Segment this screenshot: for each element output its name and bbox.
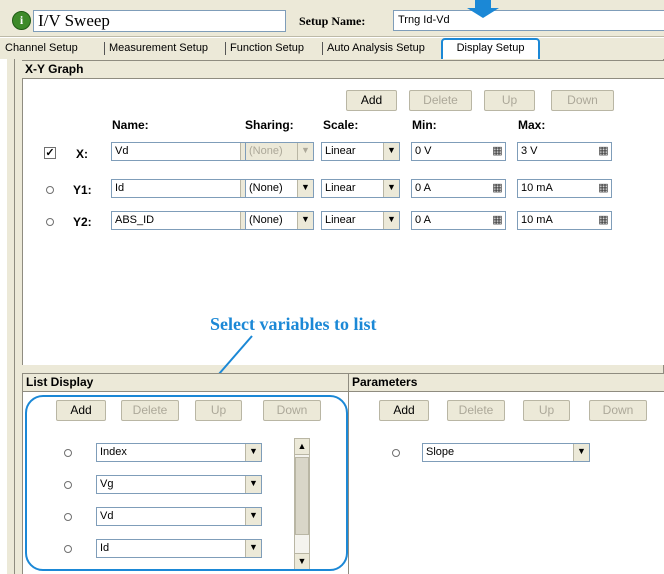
x-scale-select[interactable]: Linear ▼ <box>321 142 400 161</box>
setup-name-label: Setup Name: <box>299 14 366 28</box>
tab-divider <box>322 42 323 55</box>
column-header-name: Name: <box>112 118 149 132</box>
title-bar: i I/V Sweep Setup Name: Trng Id-Vd <box>0 0 664 37</box>
y2-radio[interactable] <box>46 218 54 226</box>
y2-min-value: 0 A <box>415 214 431 226</box>
tab-bar: Channel Setup Measurement Setup Function… <box>0 38 664 63</box>
calculator-icon[interactable]: ▦ <box>491 181 504 196</box>
parameters-panel: Add Delete Up Down Slope ▼ <box>348 392 664 574</box>
calculator-icon[interactable]: ▦ <box>491 144 504 159</box>
param-up-button[interactable]: Up <box>523 400 570 421</box>
x-sharing-select: (None) ▼ <box>245 142 314 161</box>
param-item-select[interactable]: Slope ▼ <box>422 443 590 462</box>
app-title: I/V Sweep <box>38 11 110 30</box>
chevron-down-icon[interactable]: ▼ <box>383 180 399 197</box>
calculator-icon[interactable]: ▦ <box>597 181 610 196</box>
x-scale-value: Linear <box>325 145 356 157</box>
x-sharing-value: (None) <box>249 145 283 157</box>
x-min-input[interactable]: 0 V ▦ <box>411 142 506 161</box>
y1-sharing-select[interactable]: (None) ▼ <box>245 179 314 198</box>
xy-add-button[interactable]: Add <box>346 90 397 111</box>
y2-min-input[interactable]: 0 A ▦ <box>411 211 506 230</box>
y1-min-input[interactable]: 0 A ▦ <box>411 179 506 198</box>
column-header-sharing: Sharing: <box>245 118 294 132</box>
chevron-down-icon[interactable]: ▼ <box>383 143 399 160</box>
y2-scale-select[interactable]: Linear ▼ <box>321 211 400 230</box>
y1-name-value: Id <box>115 182 125 194</box>
chevron-down-icon[interactable]: ▼ <box>297 212 313 229</box>
tab-divider <box>104 42 105 55</box>
tab-function-setup[interactable]: Function Setup <box>227 40 307 58</box>
x-name-value: Vd <box>115 145 129 157</box>
y1-scale-value: Linear <box>325 182 356 194</box>
tab-auto-analysis-setup[interactable]: Auto Analysis Setup <box>324 40 428 58</box>
pointer-arrow-icon <box>467 0 499 18</box>
y2-scale-value: Linear <box>325 214 356 226</box>
xy-graph-header: X-Y Graph <box>22 60 664 79</box>
chevron-down-icon: ▼ <box>297 143 313 160</box>
x-axis-checkbox[interactable]: ✓ <box>44 147 56 159</box>
calculator-icon[interactable]: ▦ <box>597 213 610 228</box>
info-icon: i <box>12 11 31 30</box>
y1-name-select[interactable]: Id▼ <box>111 179 257 198</box>
x-name-select[interactable]: Vd▼ <box>111 142 257 161</box>
param-item-value: Slope <box>426 446 455 458</box>
setup-name-input[interactable]: Trng Id-Vd <box>393 10 664 31</box>
param-down-button[interactable]: Down <box>589 400 647 421</box>
column-header-scale: Scale: <box>323 118 359 132</box>
xy-delete-button[interactable]: Delete <box>409 90 472 111</box>
x-axis-label: X: <box>76 147 88 161</box>
y2-sharing-select[interactable]: (None) ▼ <box>245 211 314 230</box>
list-display-header: List Display <box>22 373 348 392</box>
y1-max-value: 10 mA <box>521 182 553 194</box>
chevron-down-icon[interactable]: ▼ <box>383 212 399 229</box>
y2-name-select[interactable]: ABS_ID▼ <box>111 211 257 230</box>
xy-down-button[interactable]: Down <box>551 90 614 111</box>
y1-scale-select[interactable]: Linear ▼ <box>321 179 400 198</box>
y1-min-value: 0 A <box>415 182 431 194</box>
tab-channel-setup[interactable]: Channel Setup <box>2 40 81 58</box>
tab-measurement-setup[interactable]: Measurement Setup <box>106 40 211 58</box>
chevron-down-icon[interactable]: ▼ <box>573 444 589 461</box>
param-item-radio[interactable] <box>392 449 400 457</box>
y2-name-value: ABS_ID <box>115 214 155 226</box>
param-add-button[interactable]: Add <box>379 400 429 421</box>
xy-up-button[interactable]: Up <box>484 90 535 111</box>
parameters-header: Parameters <box>348 373 664 392</box>
column-header-min: Min: <box>412 118 437 132</box>
y2-max-value: 10 mA <box>521 214 553 226</box>
column-header-max: Max: <box>518 118 546 132</box>
y2-sharing-value: (None) <box>249 214 283 226</box>
x-max-value: 3 V <box>521 145 538 157</box>
y2-axis-label: Y2: <box>73 215 92 229</box>
chevron-down-icon[interactable]: ▼ <box>297 180 313 197</box>
y2-max-input[interactable]: 10 mA ▦ <box>517 211 612 230</box>
list-display-highlight <box>25 395 348 571</box>
annotation-text: Select variables to list <box>210 314 377 334</box>
y1-max-input[interactable]: 10 mA ▦ <box>517 179 612 198</box>
x-max-input[interactable]: 3 V ▦ <box>517 142 612 161</box>
x-min-value: 0 V <box>415 145 432 157</box>
calculator-icon[interactable]: ▦ <box>491 213 504 228</box>
param-delete-button[interactable]: Delete <box>447 400 505 421</box>
tab-divider <box>225 42 226 55</box>
y1-radio[interactable] <box>46 186 54 194</box>
y1-axis-label: Y1: <box>73 183 92 197</box>
y1-sharing-value: (None) <box>249 182 283 194</box>
calculator-icon[interactable]: ▦ <box>597 144 610 159</box>
